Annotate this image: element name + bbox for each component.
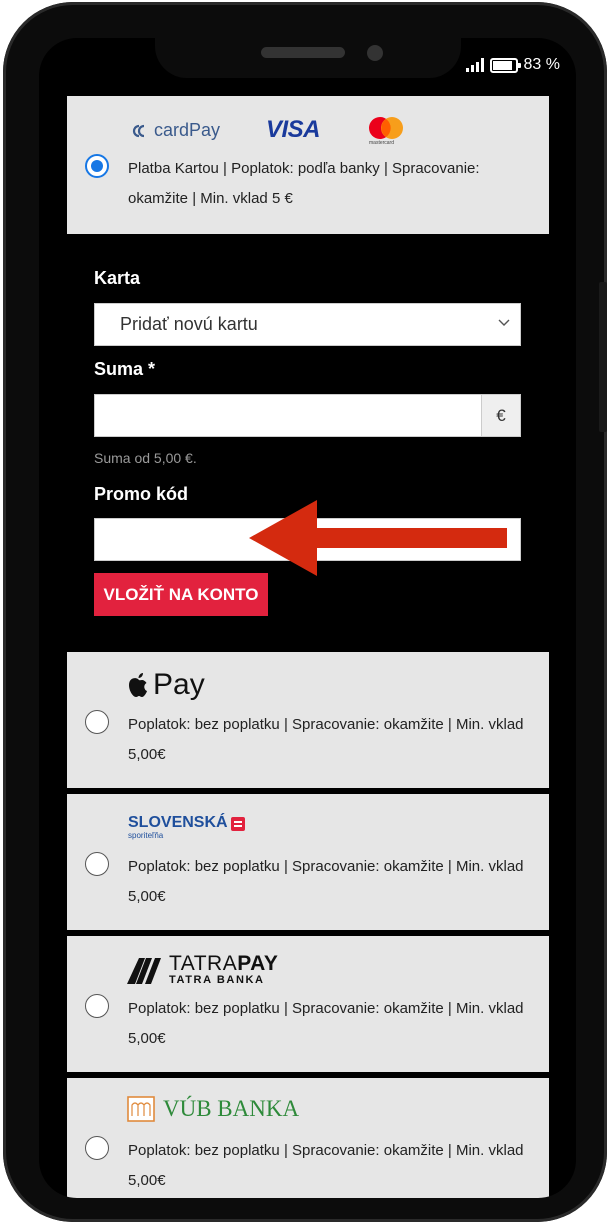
phone-screen: 83 % cardPay VISA mastercard Platba Kart… (39, 38, 576, 1198)
slsp-radio[interactable] (85, 852, 109, 876)
amount-input[interactable] (94, 394, 482, 437)
vub-description: Poplatok: bez poplatku | Spracovanie: ok… (128, 1142, 524, 1189)
slsp-logo: SLOVENSKÁ sporiteľňa (128, 814, 245, 840)
arrow-pointer-icon (249, 500, 507, 576)
applepay-radio[interactable] (85, 710, 109, 734)
battery-icon (489, 57, 521, 73)
card-method-radio[interactable] (85, 154, 109, 178)
slsp-s-icon (230, 817, 245, 831)
speaker-icon (261, 47, 345, 58)
tatrapay-logo: TATRAPAY TATRA BANKA (127, 952, 278, 986)
chevron-down-icon (498, 319, 510, 326)
amount-label: Suma * (94, 359, 156, 379)
deposit-button[interactable]: VLOŽIŤ NA KONTO (94, 573, 268, 616)
tatrapay-description: Poplatok: bez poplatku | Spracovanie: ok… (128, 1000, 524, 1047)
currency-addon: € (481, 394, 521, 437)
applepay-description: Poplatok: bez poplatku | Spracovanie: ok… (128, 716, 524, 763)
payment-method-vub[interactable]: VÚB BANKA Poplatok: bez poplatku | Sprac… (67, 1078, 549, 1198)
card-method-description: Platba Kartou | Poplatok: podľa banky | … (128, 160, 480, 207)
tatrapay-icon (127, 958, 161, 984)
card-select[interactable]: Pridať novú kartu (94, 303, 521, 346)
side-button (599, 282, 607, 432)
battery-level: 83 % (523, 56, 560, 73)
amount-hint: Suma od 5,00 €. (94, 450, 197, 466)
card-select-value: Pridať novú kartu (120, 314, 258, 334)
mastercard-logo: mastercard (367, 116, 409, 148)
payment-method-tatrapay[interactable]: TATRAPAY TATRA BANKA Poplatok: bez popla… (67, 936, 549, 1072)
signal-icon (465, 58, 484, 72)
payment-method-slsp[interactable]: SLOVENSKÁ sporiteľňa Poplatok: bez popla… (67, 794, 549, 930)
vub-radio[interactable] (85, 1136, 109, 1160)
applepay-logo: Pay (127, 668, 205, 702)
cardpay-icon (132, 124, 145, 137)
mastercard-icon (369, 117, 403, 139)
phone-notch (155, 38, 461, 78)
tatrapay-radio[interactable] (85, 994, 109, 1018)
cardpay-logo: cardPay (131, 120, 220, 141)
apple-icon (129, 673, 147, 697)
visa-logo: VISA (266, 116, 321, 143)
payment-method-applepay[interactable]: Pay Poplatok: bez poplatku | Spracovanie… (67, 652, 549, 788)
vub-logo: VÚB BANKA (127, 1096, 299, 1122)
payment-method-card[interactable]: cardPay VISA mastercard Platba Kartou | … (67, 96, 549, 234)
phone-frame: 83 % cardPay VISA mastercard Platba Kart… (3, 2, 607, 1222)
card-label: Karta (94, 268, 141, 288)
status-bar: 83 % (465, 54, 560, 76)
vub-icon (127, 1096, 155, 1122)
promo-label: Promo kód (94, 484, 189, 504)
slsp-description: Poplatok: bez poplatku | Spracovanie: ok… (128, 858, 524, 905)
camera-icon (367, 45, 383, 61)
